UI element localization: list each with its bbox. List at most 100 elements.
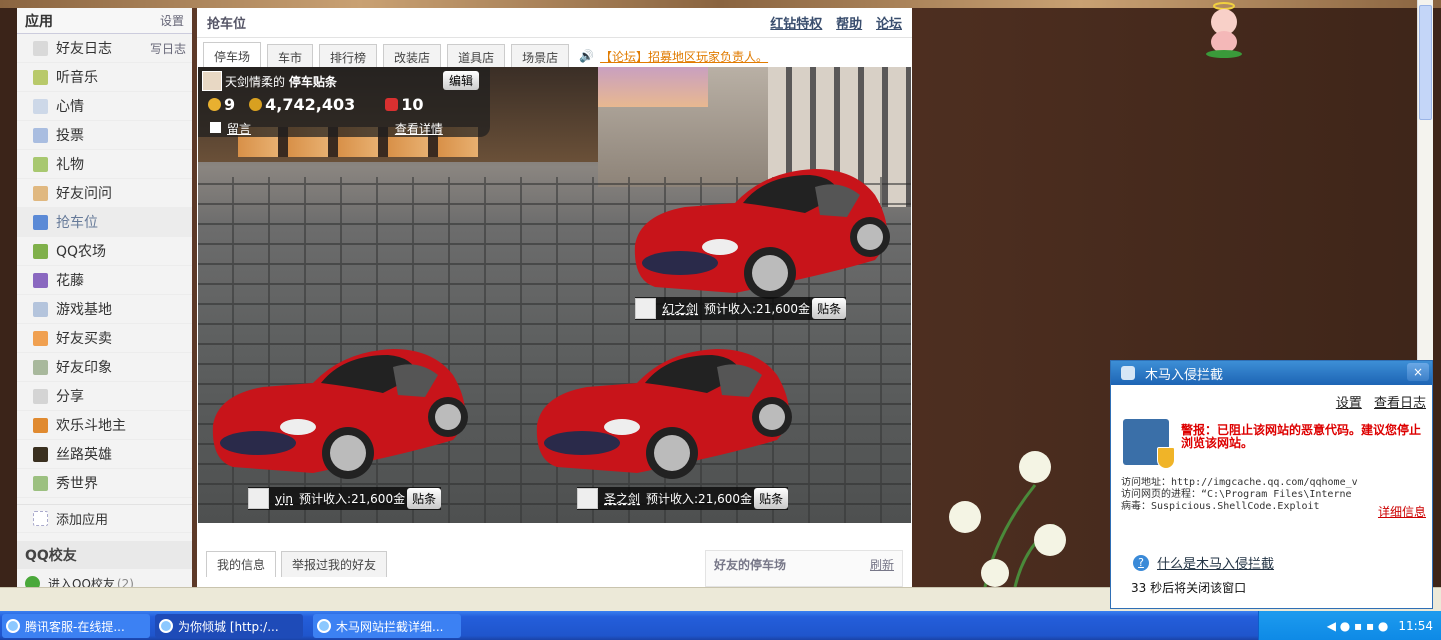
scrollbar-thumb[interactable] bbox=[1419, 5, 1432, 120]
sidebar-item[interactable]: 抢车位 bbox=[17, 208, 192, 237]
app-icon bbox=[33, 330, 48, 346]
owner-name: 天剑情柔的 bbox=[225, 74, 286, 89]
income-text: 预计收入:21,600金 bbox=[299, 492, 406, 506]
app-icon bbox=[33, 417, 48, 433]
view-log-link[interactable]: 查看日志 bbox=[1374, 396, 1426, 411]
sidebar-item-label: 礼物 bbox=[56, 157, 84, 173]
help-link[interactable]: 帮助 bbox=[836, 17, 862, 32]
security-shield-icon bbox=[1123, 419, 1175, 469]
parker-name[interactable]: yin bbox=[275, 492, 293, 506]
parking-scene: 天剑情柔的 停车贴条 编辑 9 4,742,403 10 留言 查看详情 幻之剑… bbox=[198, 67, 911, 523]
parker-name[interactable]: 圣之剑 bbox=[604, 490, 640, 507]
tray-icons[interactable]: ◀ ● ▪ ▪ ● bbox=[1327, 619, 1389, 633]
sidebar-item[interactable]: 好友印象 bbox=[17, 353, 192, 382]
forum-link[interactable]: 论坛 bbox=[876, 17, 902, 32]
help-row: ? 什么是木马入侵拦截 bbox=[1133, 553, 1274, 572]
forum-notice-link[interactable]: 【论坛】招募地区玩家负责人。 bbox=[600, 44, 768, 69]
sidebar-settings-link[interactable]: 设置 bbox=[160, 12, 184, 29]
panel-header: 抢车位 红钻特权 帮助 论坛 bbox=[197, 8, 912, 38]
sidebar-item[interactable]: 好友日志 写日志 bbox=[17, 34, 192, 63]
sidebar-item[interactable]: 礼物 bbox=[17, 150, 192, 179]
sidebar-item[interactable]: 秀世界 bbox=[17, 469, 192, 498]
taskbar: 腾讯客服-在线提... 为你倾城 [http:/... 木马网站拦截详细... … bbox=[0, 611, 1441, 640]
friends-parking-panel: 好友的停车场 刷新 bbox=[705, 550, 903, 587]
tab-parking-lot[interactable]: 停车场 bbox=[203, 42, 262, 69]
tab-reporting-friends[interactable]: 举报过我的好友 bbox=[281, 551, 388, 577]
details-link[interactable]: 详细信息 bbox=[1378, 503, 1426, 520]
sidebar-item[interactable]: 花藤 bbox=[17, 266, 192, 295]
ticket-button[interactable]: 贴条 bbox=[407, 488, 442, 509]
sidebar-item-label: QQ农场 bbox=[56, 244, 107, 260]
ticket-button[interactable]: 贴条 bbox=[812, 298, 847, 319]
tab-my-info[interactable]: 我的信息 bbox=[206, 551, 277, 577]
popup-title: 木马入侵拦截 bbox=[1145, 367, 1224, 383]
sidebar-item-label: 秀世界 bbox=[56, 476, 98, 492]
sidebar-item[interactable]: 分享 bbox=[17, 382, 192, 411]
visited-url: 访问地址：http://imgcache.qq.com/qqhome_v bbox=[1121, 477, 1358, 488]
sidebar-item-label: 好友买卖 bbox=[56, 331, 112, 347]
app-icon bbox=[33, 359, 48, 375]
parked-car-3[interactable] bbox=[527, 345, 793, 481]
sidebar-item[interactable]: 欢乐斗地主 bbox=[17, 411, 192, 440]
car-count: 10 bbox=[401, 95, 424, 114]
page-title: 抢车位 bbox=[207, 17, 247, 32]
task-label: 木马网站拦截详细... bbox=[336, 619, 444, 634]
gold-value: 4,742,403 bbox=[265, 95, 356, 114]
red-diamond-link[interactable]: 红钻特权 bbox=[770, 17, 822, 32]
shield-icon bbox=[1121, 366, 1135, 380]
ie-icon bbox=[6, 619, 20, 633]
what-is-link[interactable]: 什么是木马入侵拦截 bbox=[1157, 553, 1274, 572]
sidebar-item[interactable]: 游戏基地 bbox=[17, 295, 192, 324]
close-icon[interactable]: × bbox=[1407, 363, 1429, 381]
tab-car-market[interactable]: 车市 bbox=[267, 44, 314, 69]
task-label: 为你倾城 [http:/... bbox=[178, 619, 279, 634]
app-icon bbox=[33, 156, 48, 172]
parked-car-2[interactable] bbox=[203, 345, 469, 481]
info-tabs: 我的信息 举报过我的好友 bbox=[206, 551, 392, 577]
ie-icon bbox=[159, 619, 173, 633]
add-app-button[interactable]: 添加应用 bbox=[17, 504, 192, 533]
app-icon bbox=[33, 40, 48, 56]
sidebar-item[interactable]: QQ农场 bbox=[17, 237, 192, 266]
speaker-icon: 🔊 bbox=[579, 49, 595, 63]
sidebar-item[interactable]: 心情 bbox=[17, 92, 192, 121]
sidebar-item-label: 心情 bbox=[56, 99, 84, 115]
sidebar-item-label: 欢乐斗地主 bbox=[56, 418, 126, 434]
popup-settings-link[interactable]: 设置 bbox=[1336, 396, 1362, 411]
help-icon: ? bbox=[1133, 554, 1149, 571]
tab-ranking[interactable]: 排行榜 bbox=[319, 44, 378, 69]
sidebar-item[interactable]: 丝路英雄 bbox=[17, 440, 192, 469]
task-label: 腾讯客服-在线提... bbox=[25, 619, 125, 634]
edit-button[interactable]: 编辑 bbox=[443, 71, 480, 90]
write-blog-link[interactable]: 写日志 bbox=[150, 40, 186, 57]
refresh-link[interactable]: 刷新 bbox=[870, 556, 894, 573]
app-icon bbox=[33, 388, 48, 404]
countdown-text: 33 秒后将关闭该窗口 bbox=[1131, 581, 1247, 595]
parker-name[interactable]: 幻之剑 bbox=[662, 300, 698, 317]
virus-name: 病毒：Suspicious.ShellCode.Exploit bbox=[1121, 501, 1320, 512]
tab-tuning-shop[interactable]: 改装店 bbox=[383, 44, 442, 69]
process-path: 访问网页的进程：“C:\Program Files\Interne bbox=[1121, 489, 1352, 500]
app-icon bbox=[33, 272, 48, 288]
sidebar-item-label: 丝路英雄 bbox=[56, 447, 112, 463]
taskbar-item[interactable]: 为你倾城 [http:/... bbox=[155, 614, 303, 638]
tab-scene-shop[interactable]: 场景店 bbox=[511, 44, 570, 69]
parked-car-label: yin 预计收入:21,600金 贴条 bbox=[248, 487, 442, 510]
tab-item-shop[interactable]: 道具店 bbox=[447, 44, 506, 69]
ticket-button[interactable]: 贴条 bbox=[754, 488, 789, 509]
sidebar-item-label: 好友印象 bbox=[56, 360, 112, 376]
sidebar-item[interactable]: 好友买卖 bbox=[17, 324, 192, 353]
app-icon bbox=[33, 301, 48, 317]
parked-car-1[interactable] bbox=[625, 165, 891, 301]
sidebar-item[interactable]: 好友问问 bbox=[17, 179, 192, 208]
message-link[interactable]: 留言 bbox=[227, 122, 251, 136]
taskbar-item[interactable]: 木马网站拦截详细... bbox=[313, 614, 461, 638]
owner-avatar bbox=[202, 71, 222, 91]
sidebar-item[interactable]: 投票 bbox=[17, 121, 192, 150]
sidebar-item-label: 分享 bbox=[56, 389, 84, 405]
view-details-link[interactable]: 查看详情 bbox=[395, 122, 443, 136]
owner-info-box: 天剑情柔的 停车贴条 编辑 9 4,742,403 10 留言 查看详情 bbox=[198, 67, 490, 137]
sidebar-item[interactable]: 听音乐 bbox=[17, 63, 192, 92]
taskbar-item[interactable]: 腾讯客服-在线提... bbox=[2, 614, 150, 638]
sidebar-header: 应用 设置 bbox=[17, 8, 192, 34]
